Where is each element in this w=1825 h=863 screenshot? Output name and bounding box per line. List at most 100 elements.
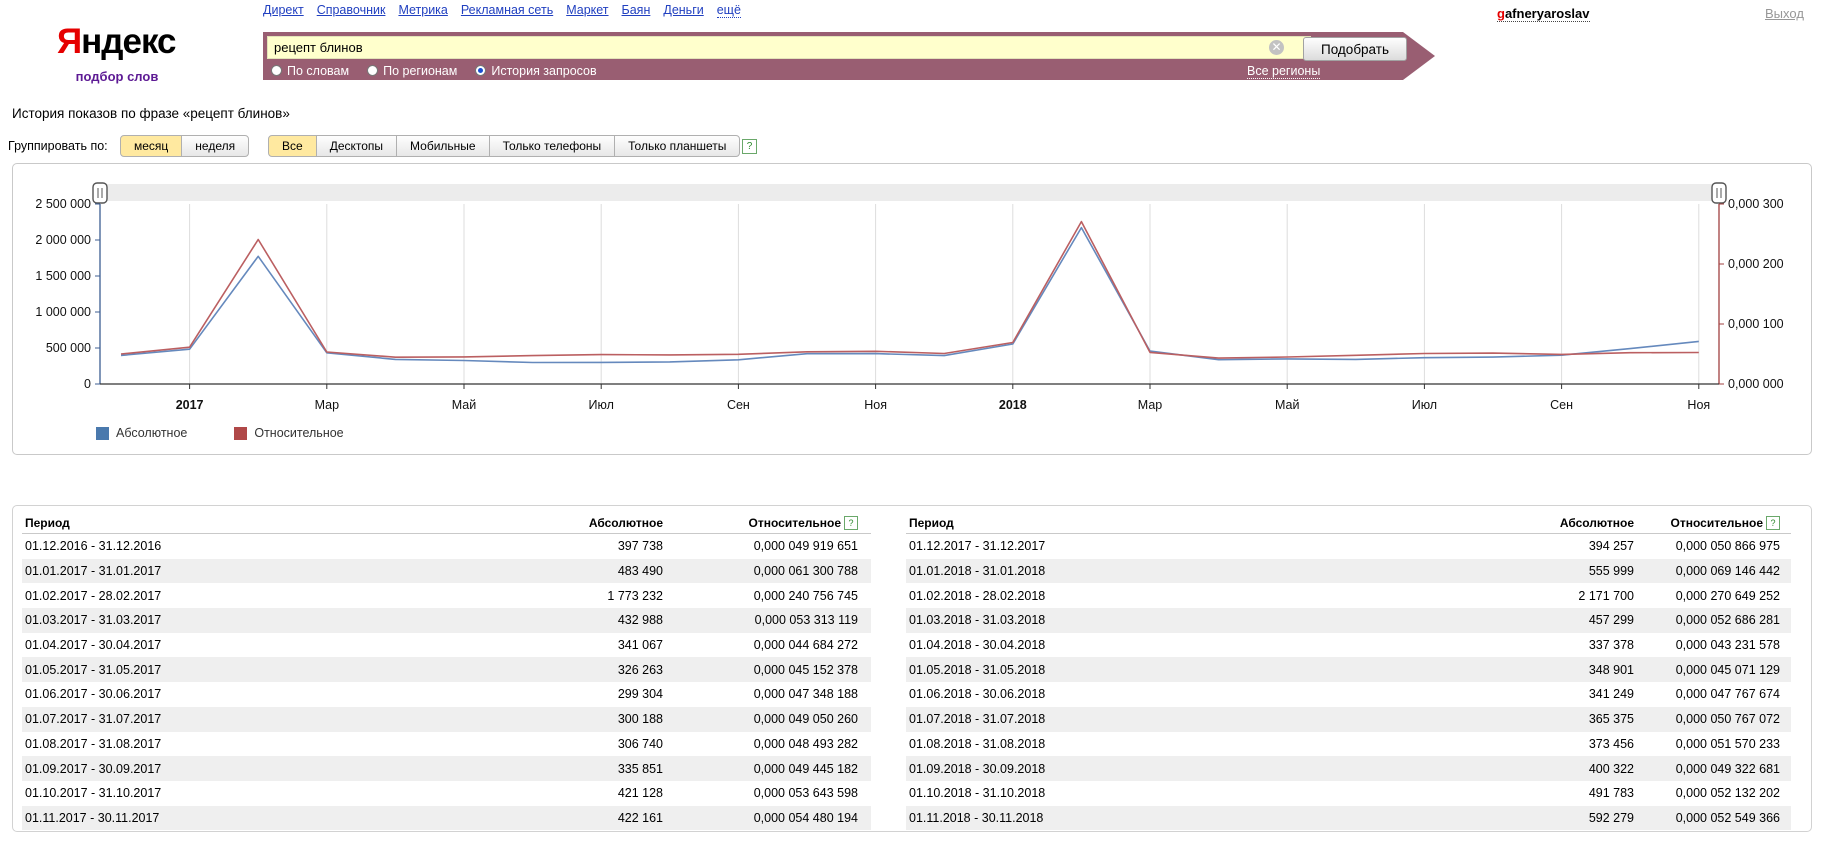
search-mode-label: По словам <box>287 64 349 78</box>
top-nav-link[interactable]: Справочник <box>317 3 386 17</box>
group-by-button-group: месяцнеделя <box>120 135 249 157</box>
right-axis-tick-label: 0,000 000 <box>1728 377 1784 391</box>
radio-button-icon <box>475 65 486 76</box>
cell-relative: 0,000 049 445 182 <box>663 762 858 776</box>
search-mode-radio[interactable]: История запросов <box>475 64 596 78</box>
cell-absolute: 457 299 <box>1488 613 1634 627</box>
table-row: 01.12.2017 - 31.12.2017394 2570,000 050 … <box>906 534 1791 559</box>
cell-relative: 0,000 049 919 651 <box>663 539 858 553</box>
top-nav-link[interactable]: Маркет <box>566 3 608 17</box>
cell-absolute: 2 171 700 <box>1488 589 1634 603</box>
table-row: 01.07.2018 - 31.07.2018365 3750,000 050 … <box>906 707 1791 732</box>
cell-period: 01.03.2018 - 31.03.2018 <box>906 613 1488 627</box>
table-row: 01.12.2016 - 31.12.2016397 7380,000 049 … <box>22 534 871 559</box>
search-mode-radio[interactable]: По регионам <box>367 64 457 78</box>
table-row: 01.06.2017 - 30.06.2017299 3040,000 047 … <box>22 682 871 707</box>
username-first-letter: g <box>1497 6 1505 21</box>
cell-absolute: 421 128 <box>468 786 663 800</box>
legend-swatch-relative <box>234 427 247 440</box>
cell-absolute: 1 773 232 <box>468 589 663 603</box>
cell-absolute: 592 279 <box>1488 811 1634 825</box>
help-icon[interactable]: ? <box>1766 516 1780 530</box>
left-axis-tick-label: 1 500 000 <box>35 269 91 283</box>
top-nav-link[interactable]: Рекламная сеть <box>461 3 553 17</box>
legend-item: Абсолютное <box>96 426 187 440</box>
username-rest: afneryaroslav <box>1505 6 1590 21</box>
cell-relative: 0,000 045 152 378 <box>663 663 858 677</box>
device-filter-button[interactable]: Только телефоны <box>489 135 616 157</box>
cell-period: 01.01.2017 - 31.01.2017 <box>22 564 468 578</box>
yandex-logo[interactable]: Яндекс <box>57 22 176 62</box>
search-mode-radio[interactable]: По словам <box>271 64 349 78</box>
right-axis-tick-label: 0,000 100 <box>1728 317 1784 331</box>
top-nav-link[interactable]: Директ <box>263 3 304 17</box>
radio-button-icon <box>367 65 378 76</box>
username-link[interactable]: gafneryaroslav <box>1497 6 1590 22</box>
cell-absolute: 341 249 <box>1488 687 1634 701</box>
logo-rest: ндекс <box>81 22 175 61</box>
cell-period: 01.10.2018 - 31.10.2018 <box>906 786 1488 800</box>
cell-period: 01.04.2018 - 30.04.2018 <box>906 638 1488 652</box>
x-axis-tick-label: Июл <box>589 398 614 412</box>
device-filter-button[interactable]: Десктопы <box>316 135 397 157</box>
logo-letter-ya: Я <box>57 22 81 61</box>
cell-period: 01.11.2017 - 30.11.2017 <box>22 811 468 825</box>
cell-relative: 0,000 048 493 282 <box>663 737 858 751</box>
history-table-right: ПериодАбсолютноеОтносительное?01.12.2017… <box>906 512 1791 830</box>
x-axis-tick-label: Сен <box>1550 398 1573 412</box>
range-slider-handle-left[interactable] <box>93 183 107 203</box>
cell-period: 01.11.2018 - 30.11.2018 <box>906 811 1488 825</box>
cell-absolute: 400 322 <box>1488 762 1634 776</box>
legend-item: Относительное <box>234 426 343 440</box>
submit-button[interactable]: Подобрать <box>1303 37 1407 61</box>
cell-absolute: 337 378 <box>1488 638 1634 652</box>
device-filter-button[interactable]: Мобильные <box>396 135 490 157</box>
clear-input-icon[interactable]: ✕ <box>1269 40 1284 55</box>
group-by-button[interactable]: месяц <box>120 135 182 157</box>
left-axis-tick-label: 2 000 000 <box>35 233 91 247</box>
cell-absolute: 335 851 <box>468 762 663 776</box>
wordstat-home-link[interactable]: подбор слов <box>57 69 177 84</box>
cell-period: 01.03.2017 - 31.03.2017 <box>22 613 468 627</box>
cell-absolute: 483 490 <box>468 564 663 578</box>
legend-swatch-absolute <box>96 427 109 440</box>
chart-panel: 2017МарМайИюлСенНоя2018МарМайИюлСенНоя05… <box>12 163 1812 455</box>
help-icon[interactable]: ? <box>844 516 858 530</box>
cell-relative: 0,000 270 649 252 <box>1634 589 1780 603</box>
top-nav-link[interactable]: ещё <box>717 3 741 18</box>
table-row: 01.02.2018 - 28.02.20182 171 7000,000 27… <box>906 583 1791 608</box>
device-filter-button[interactable]: Все <box>268 135 317 157</box>
table-row: 01.09.2018 - 30.09.2018400 3220,000 049 … <box>906 756 1791 781</box>
x-axis-tick-label: Июл <box>1412 398 1437 412</box>
cell-relative: 0,000 061 300 788 <box>663 564 858 578</box>
top-nav-link[interactable]: Метрика <box>398 3 447 17</box>
cell-period: 01.07.2018 - 31.07.2018 <box>906 712 1488 726</box>
range-slider-handle-right[interactable] <box>1712 183 1726 203</box>
cell-period: 01.12.2017 - 31.12.2017 <box>906 539 1488 553</box>
search-input[interactable] <box>267 36 1311 59</box>
search-mode-label: По регионам <box>383 64 457 78</box>
cell-period: 01.02.2018 - 28.02.2018 <box>906 589 1488 603</box>
search-mode-group: По словам По регионам История запросов <box>271 63 597 78</box>
left-axis-tick-label: 0 <box>84 377 91 391</box>
left-axis-tick-label: 500 000 <box>46 341 91 355</box>
help-icon[interactable]: ? <box>742 139 757 154</box>
table-header-row: ПериодАбсолютноеОтносительное? <box>22 512 871 534</box>
group-by-button[interactable]: неделя <box>181 135 249 157</box>
column-header-relative: Относительное? <box>1634 516 1780 530</box>
cell-relative: 0,000 050 767 072 <box>1634 712 1780 726</box>
cell-relative: 0,000 052 132 202 <box>1634 786 1780 800</box>
cell-period: 01.02.2017 - 28.02.2017 <box>22 589 468 603</box>
top-nav-link[interactable]: Баян <box>622 3 651 17</box>
column-header-absolute: Абсолютное <box>468 516 663 530</box>
logout-link[interactable]: Выход <box>1765 6 1804 21</box>
legend-label: Относительное <box>254 426 343 440</box>
table-row: 01.09.2017 - 30.09.2017335 8510,000 049 … <box>22 756 871 781</box>
all-regions-link[interactable]: Все регионы <box>1247 64 1320 79</box>
cell-period: 01.07.2017 - 31.07.2017 <box>22 712 468 726</box>
top-nav-link[interactable]: Деньги <box>663 3 703 17</box>
cell-absolute: 326 263 <box>468 663 663 677</box>
history-table-panel: ПериодАбсолютноеОтносительное?01.12.2016… <box>12 505 1812 832</box>
device-filter-button[interactable]: Только планшеты <box>614 135 740 157</box>
range-slider-track[interactable] <box>100 184 1719 201</box>
